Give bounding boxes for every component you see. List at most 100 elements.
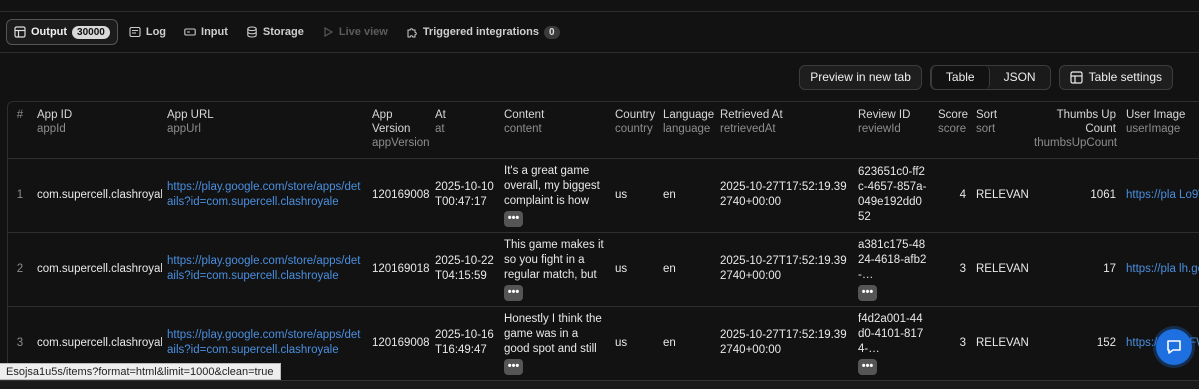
content-text: Honestly I think the game was in a good … bbox=[504, 312, 602, 355]
play-icon bbox=[322, 26, 334, 38]
cell-country: us bbox=[610, 306, 658, 381]
view-toggle: Table JSON bbox=[929, 64, 1051, 90]
cell-app-version: 120169008 bbox=[367, 306, 430, 381]
col-header-at[interactable]: At at bbox=[430, 102, 499, 159]
cell-at: 2025-10-16T16:49:47 bbox=[430, 306, 499, 381]
link-status-bar: Esojsa1u5s/items?format=html&limit=1000&… bbox=[0, 363, 281, 380]
log-icon bbox=[129, 26, 141, 38]
cell-content: It's a great game overall, my biggest co… bbox=[499, 158, 610, 233]
tab-input[interactable]: Input bbox=[177, 19, 235, 45]
cell-country: us bbox=[610, 232, 658, 307]
app-url-link[interactable]: https://play.google.com/store/apps/detai… bbox=[167, 329, 360, 356]
cell-content: This game makes it so you fight in a reg… bbox=[499, 232, 610, 307]
cell-sort: RELEVANT bbox=[971, 232, 1029, 307]
col-header-index: # bbox=[8, 102, 32, 159]
table-icon bbox=[14, 26, 26, 38]
user-image-link[interactable]: https://pla lh.googleu bbox=[1126, 263, 1199, 275]
results-table: # App ID appId App URL appUrl App Version a… bbox=[8, 102, 1199, 381]
cell-app-id: com.supercell.clashroyale bbox=[32, 232, 162, 307]
table-settings-icon bbox=[1070, 70, 1083, 84]
tab-output-label: Output bbox=[31, 26, 68, 38]
expand-review-id-button[interactable]: ••• bbox=[858, 358, 877, 375]
expand-content-button[interactable]: ••• bbox=[504, 284, 523, 301]
col-header-app-version[interactable]: App Version appVersion bbox=[367, 102, 430, 159]
expand-review-id-button[interactable]: ••• bbox=[858, 284, 877, 301]
tab-log[interactable]: Log bbox=[122, 19, 173, 45]
cell-country: us bbox=[610, 158, 658, 233]
app-url-link[interactable]: https://play.google.com/store/apps/detai… bbox=[167, 181, 360, 208]
cell-user-image: https://pla Lo9WPSw bbox=[1121, 158, 1199, 233]
tab-input-label: Input bbox=[201, 26, 228, 38]
col-header-review-id[interactable]: Review ID reviewId bbox=[853, 102, 933, 159]
puzzle-icon bbox=[406, 26, 418, 38]
table-view-button[interactable]: Table bbox=[930, 65, 990, 89]
cell-score: 3 bbox=[933, 232, 971, 307]
chat-icon bbox=[1165, 338, 1183, 356]
cell-review-id: a381c175-4824-4618-afb2-… ••• bbox=[853, 232, 933, 307]
col-header-language[interactable]: Language language bbox=[658, 102, 715, 159]
table-row: 2 com.supercell.clashroyale https://play… bbox=[8, 232, 1199, 307]
cell-app-version: 120169018 bbox=[367, 232, 430, 307]
cell-retrieved-at: 2025-10-27T17:52:19.392740+00:00 bbox=[715, 158, 853, 233]
table-header-row: # App ID appId App URL appUrl App Version a… bbox=[8, 102, 1199, 159]
bottom-bar bbox=[0, 380, 1199, 389]
review-id-text: f4d2a001-44d0-4101-8174-… bbox=[858, 312, 924, 355]
integrations-count-badge: 0 bbox=[543, 25, 560, 39]
cell-review-id: f4d2a001-44d0-4101-8174-… ••• bbox=[853, 306, 933, 381]
cell-content: Honestly I think the game was in a good … bbox=[499, 306, 610, 381]
tab-bar: Output 30000 Log Input Storage Live view… bbox=[0, 12, 1199, 53]
tab-live-view-label: Live view bbox=[338, 26, 388, 38]
table-settings-button[interactable]: Table settings bbox=[1058, 64, 1173, 90]
tab-log-label: Log bbox=[145, 26, 167, 38]
col-header-thumbs-up-count[interactable]: Thumbs Up Count thumbsUpCount bbox=[1029, 102, 1121, 159]
tab-storage[interactable]: Storage bbox=[239, 19, 311, 45]
preview-new-tab-button[interactable]: Preview in new tab bbox=[799, 64, 922, 90]
row-index: 1 bbox=[8, 158, 32, 233]
cell-at: 2025-10-10T00:47:17 bbox=[430, 158, 499, 233]
col-header-user-image[interactable]: User Image userImage bbox=[1121, 102, 1199, 159]
col-header-content[interactable]: Content content bbox=[499, 102, 610, 159]
cell-score: 3 bbox=[933, 306, 971, 381]
results-toolbar: Preview in new tab Table JSON Table sett… bbox=[0, 53, 1199, 101]
cell-user-image: https://pla lh.googleu bbox=[1121, 232, 1199, 307]
col-header-app-id[interactable]: App ID appId bbox=[32, 102, 162, 159]
tab-output[interactable]: Output 30000 bbox=[6, 19, 118, 45]
results-table-container[interactable]: # App ID appId App URL appUrl App Version a… bbox=[7, 101, 1199, 389]
cell-thumbs-up-count: 152 bbox=[1029, 306, 1121, 381]
top-strip bbox=[0, 0, 1199, 12]
output-count-badge: 30000 bbox=[72, 25, 110, 39]
cell-app-url: https://play.google.com/store/apps/detai… bbox=[162, 232, 367, 307]
col-header-app-url[interactable]: App URL appUrl bbox=[162, 102, 367, 159]
row-index: 2 bbox=[8, 232, 32, 307]
cell-review-id: 623651c0-ff2c-4657-857a-049e192dd052 bbox=[853, 158, 933, 233]
tab-live-view[interactable]: Live view bbox=[315, 19, 395, 45]
user-image-link[interactable]: https://pla Lo9WPSw bbox=[1126, 189, 1199, 201]
col-header-retrieved-at[interactable]: Retrieved At retrievedAt bbox=[715, 102, 853, 159]
tab-triggered-integrations-label: Triggered integrations bbox=[422, 26, 539, 38]
cell-app-url: https://play.google.com/store/apps/detai… bbox=[162, 158, 367, 233]
col-header-score[interactable]: Score score bbox=[933, 102, 971, 159]
app-url-link[interactable]: https://play.google.com/store/apps/detai… bbox=[167, 255, 360, 282]
expand-content-button[interactable]: ••• bbox=[504, 358, 523, 375]
cell-app-id: com.supercell.clashroyale bbox=[32, 158, 162, 233]
chat-button[interactable] bbox=[1156, 329, 1192, 365]
tab-triggered-integrations[interactable]: Triggered integrations 0 bbox=[399, 19, 567, 45]
cell-score: 4 bbox=[933, 158, 971, 233]
col-header-country[interactable]: Country country bbox=[610, 102, 658, 159]
cell-retrieved-at: 2025-10-27T17:52:19.392740+00:00 bbox=[715, 306, 853, 381]
tab-storage-label: Storage bbox=[262, 26, 304, 38]
expand-content-button[interactable]: ••• bbox=[504, 210, 523, 227]
cell-sort: RELEVANT bbox=[971, 306, 1029, 381]
content-text: This game makes it so you fight in a reg… bbox=[504, 238, 604, 281]
cell-thumbs-up-count: 17 bbox=[1029, 232, 1121, 307]
cell-app-version: 120169008 bbox=[367, 158, 430, 233]
table-settings-label: Table settings bbox=[1088, 70, 1162, 84]
table-row: 1 com.supercell.clashroyale https://play… bbox=[8, 158, 1199, 233]
json-view-button[interactable]: JSON bbox=[990, 66, 1050, 89]
cell-thumbs-up-count: 1061 bbox=[1029, 158, 1121, 233]
cell-language: en bbox=[658, 306, 715, 381]
input-icon bbox=[184, 26, 196, 38]
review-id-text: a381c175-4824-4618-afb2-… bbox=[858, 238, 927, 281]
col-header-sort[interactable]: Sort sort bbox=[971, 102, 1029, 159]
cell-at: 2025-10-22T04:15:59 bbox=[430, 232, 499, 307]
